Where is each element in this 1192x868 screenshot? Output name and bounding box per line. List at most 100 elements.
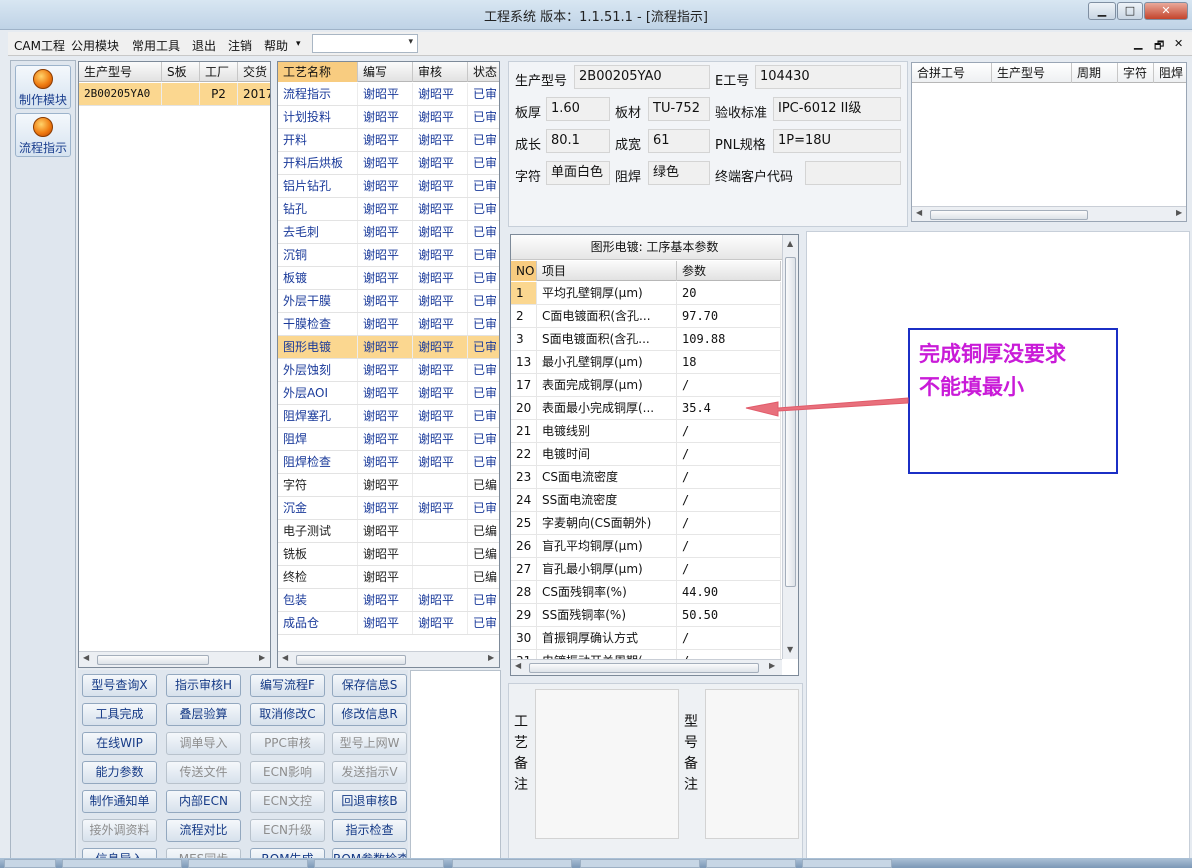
action-button[interactable]: 调单导入 xyxy=(166,732,241,755)
col-header[interactable]: 审核 xyxy=(413,62,468,82)
table-row[interactable]: 1 平均孔壁铜厚(μm) 20 xyxy=(511,282,781,305)
process-grid-hscroll[interactable]: ◀ ▶ xyxy=(278,651,499,667)
table-row[interactable]: 2B00205YA0 P2 2017 xyxy=(79,83,270,106)
character-field[interactable]: 单面白色 xyxy=(546,161,610,185)
params-hscroll[interactable]: ◀ ▶ xyxy=(511,659,782,675)
scroll-thumb[interactable] xyxy=(97,655,209,665)
action-button[interactable]: 能力参数 xyxy=(82,761,157,784)
table-row[interactable]: 流程指示 谢昭平 谢昭平 已审 xyxy=(278,83,499,106)
action-button[interactable]: 回退审核B xyxy=(332,790,407,813)
scroll-down-icon[interactable]: ▼ xyxy=(787,645,793,654)
close-button[interactable]: ✕ xyxy=(1144,2,1188,20)
standard-field[interactable]: IPC-6012 II级 xyxy=(773,97,901,121)
menu-help[interactable]: 帮助 xyxy=(264,37,288,54)
merge-grid-hscroll[interactable]: ◀ ▶ xyxy=(912,206,1186,221)
col-header[interactable]: 字符 xyxy=(1118,63,1154,83)
table-row[interactable]: 26 盲孔平均铜厚(μm) / xyxy=(511,535,781,558)
model-grid-hscroll[interactable]: ◀ ▶ xyxy=(79,651,270,667)
taskbar-item[interactable] xyxy=(4,859,56,868)
col-header[interactable]: 工厂 xyxy=(200,62,238,82)
action-button[interactable]: ECN升级 xyxy=(250,819,325,842)
action-button[interactable]: 编写流程F xyxy=(250,674,325,697)
action-button[interactable]: 取消修改C xyxy=(250,703,325,726)
taskbar-item[interactable] xyxy=(314,859,444,868)
scroll-right-icon[interactable]: ▶ xyxy=(259,653,265,662)
table-row[interactable]: 铣板 谢昭平 已编 xyxy=(278,543,499,566)
col-header[interactable]: 交货 xyxy=(238,62,270,82)
action-button[interactable]: 修改信息R xyxy=(332,703,407,726)
action-button[interactable]: 制作通知单 xyxy=(82,790,157,813)
col-header[interactable]: 周期 xyxy=(1072,63,1118,83)
col-header[interactable]: NO xyxy=(511,261,537,281)
table-row[interactable]: 板镀 谢昭平 谢昭平 已审 xyxy=(278,267,499,290)
table-row[interactable]: 去毛刺 谢昭平 谢昭平 已审 xyxy=(278,221,499,244)
table-row[interactable]: 24 SS面电流密度 / xyxy=(511,489,781,512)
table-row[interactable]: 外层AOI 谢昭平 谢昭平 已审 xyxy=(278,382,499,405)
thickness-field[interactable]: 1.60 xyxy=(546,97,610,121)
scroll-thumb[interactable] xyxy=(930,210,1088,220)
col-header[interactable]: 生产型号 xyxy=(79,62,162,82)
table-row[interactable]: 图形电镀 谢昭平 谢昭平 已审 xyxy=(278,336,499,359)
table-row[interactable]: 阻焊 谢昭平 谢昭平 已审 xyxy=(278,428,499,451)
table-row[interactable]: 开料 谢昭平 谢昭平 已审 xyxy=(278,129,499,152)
scroll-left-icon[interactable]: ◀ xyxy=(282,653,288,662)
table-row[interactable]: 成品仓 谢昭平 谢昭平 已审 xyxy=(278,612,499,635)
table-row[interactable]: 30 首振铜厚确认方式 / xyxy=(511,627,781,650)
table-row[interactable]: 28 CS面残铜率(%) 44.90 xyxy=(511,581,781,604)
nav-process-instruction[interactable]: 流程指示 xyxy=(15,113,71,157)
scroll-right-icon[interactable]: ▶ xyxy=(769,661,775,670)
action-button[interactable]: 型号上网W xyxy=(332,732,407,755)
pnl-field[interactable]: 1P=18U xyxy=(773,129,901,153)
process-memo-field[interactable] xyxy=(535,689,679,839)
menu-cam[interactable]: CAM工程 xyxy=(14,37,65,54)
table-row[interactable]: 电子测试 谢昭平 已编 xyxy=(278,520,499,543)
length-field[interactable]: 80.1 xyxy=(546,129,610,153)
menu-tools[interactable]: 常用工具 xyxy=(132,37,180,54)
action-button[interactable]: 保存信息S xyxy=(332,674,407,697)
minimize-button[interactable]: ▁ xyxy=(1088,2,1116,20)
action-button[interactable]: 传送文件 xyxy=(166,761,241,784)
action-button[interactable]: 内部ECN xyxy=(166,790,241,813)
table-row[interactable]: 铝片钻孔 谢昭平 谢昭平 已审 xyxy=(278,175,499,198)
taskbar-item[interactable] xyxy=(188,859,308,868)
menu-exit[interactable]: 退出 xyxy=(192,37,216,54)
scroll-left-icon[interactable]: ◀ xyxy=(916,208,922,217)
col-header[interactable]: 编写 xyxy=(358,62,413,82)
col-header[interactable]: 状态 xyxy=(468,62,499,82)
table-row[interactable]: 23 CS面电流密度 / xyxy=(511,466,781,489)
soldermask-field[interactable]: 绿色 xyxy=(648,161,710,185)
table-row[interactable]: 沉铜 谢昭平 谢昭平 已审 xyxy=(278,244,499,267)
eno-field[interactable]: 104430 xyxy=(755,65,901,89)
menu-logout[interactable]: 注销 xyxy=(228,37,252,54)
table-row[interactable]: 13 最小孔壁铜厚(μm) 18 xyxy=(511,351,781,374)
model-memo-field[interactable] xyxy=(705,689,799,839)
table-row[interactable]: 22 电镀时间 / xyxy=(511,443,781,466)
col-header[interactable]: 参数 xyxy=(677,261,781,281)
scroll-right-icon[interactable]: ▶ xyxy=(488,653,494,662)
table-row[interactable]: 阻焊塞孔 谢昭平 谢昭平 已审 xyxy=(278,405,499,428)
taskbar-item[interactable] xyxy=(580,859,700,868)
mdi-restore-icon[interactable]: 🗗 xyxy=(1154,37,1164,56)
action-button[interactable]: 工具完成 xyxy=(82,703,157,726)
action-button[interactable]: 接外调资料 xyxy=(82,819,157,842)
table-row[interactable]: 字符 谢昭平 已编 xyxy=(278,474,499,497)
table-row[interactable]: 外层蚀刻 谢昭平 谢昭平 已审 xyxy=(278,359,499,382)
scroll-thumb[interactable] xyxy=(529,663,759,673)
scroll-left-icon[interactable]: ◀ xyxy=(83,653,89,662)
model-field[interactable]: 2B00205YA0 xyxy=(574,65,710,89)
taskbar-item[interactable] xyxy=(706,859,796,868)
action-button[interactable]: ECN文控 xyxy=(250,790,325,813)
table-row[interactable]: 29 SS面残铜率(%) 50.50 xyxy=(511,604,781,627)
action-button[interactable]: 在线WIP xyxy=(82,732,157,755)
table-row[interactable]: 沉金 谢昭平 谢昭平 已审 xyxy=(278,497,499,520)
scroll-left-icon[interactable]: ◀ xyxy=(515,661,521,670)
maximize-button[interactable]: □ xyxy=(1117,2,1143,20)
table-row[interactable]: 3 S面电镀面积(含孔... 109.88 xyxy=(511,328,781,351)
table-row[interactable]: 外层干膜 谢昭平 谢昭平 已审 xyxy=(278,290,499,313)
col-header[interactable]: 项目 xyxy=(537,261,677,281)
col-header[interactable]: S板 xyxy=(162,62,200,82)
scroll-up-icon[interactable]: ▲ xyxy=(787,239,793,248)
table-row[interactable]: 终检 谢昭平 已编 xyxy=(278,566,499,589)
taskbar-item[interactable] xyxy=(802,859,892,868)
customer-code-field[interactable] xyxy=(805,161,901,185)
